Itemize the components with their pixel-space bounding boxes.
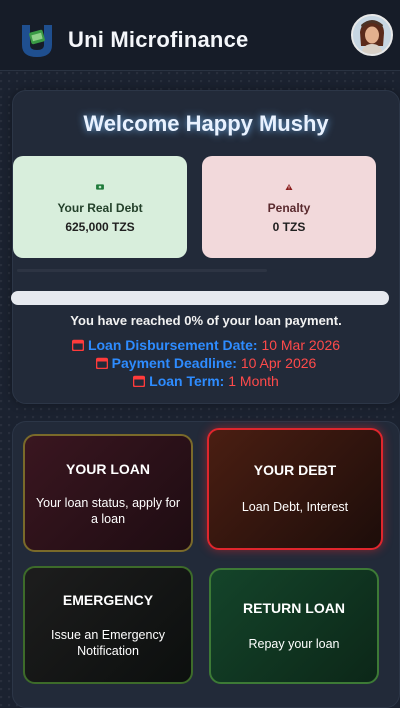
return-loan-subtitle: Repay your loan [248,637,340,651]
deadline-label: Payment Deadline: [111,355,237,371]
welcome-card: Welcome Happy Mushy Your Real Debt 625,0… [11,90,400,404]
uni-logo-icon [22,25,52,57]
calendar-icon [71,339,84,351]
real-debt-value: 625,000 TZS [65,220,135,234]
loan-progress-bar [11,291,389,305]
term-value: 1 Month [228,373,279,389]
user-avatar[interactable] [351,14,393,56]
penalty-value: 0 TZS [272,220,306,234]
your-debt-subtitle: Loan Debt, Interest [241,500,349,514]
emergency-subtitle: Issue an Emergency Notification [51,628,165,658]
your-loan-tile[interactable]: YOUR LOAN Your loan status, apply for a … [23,434,193,552]
emergency-tile[interactable]: EMERGENCY Issue an Emergency Notificatio… [23,566,193,684]
payment-deadline-row: Payment Deadline: 10 Apr 2026 [13,355,399,371]
disbursement-value: 10 Mar 2026 [261,337,341,353]
disbursement-date-row: Loan Disbursement Date: 10 Mar 2026 [13,337,399,353]
disbursement-label: Loan Disbursement Date: [87,337,258,353]
top-bar: Uni Microfinance [0,0,400,71]
your-loan-title: YOUR LOAN [66,461,150,477]
calendar-icon [95,357,108,369]
deadline-value: 10 Apr 2026 [240,355,317,371]
loan-term-row: Loan Term: 1 Month [13,373,399,389]
welcome-greeting: Welcome Happy Mushy [83,111,329,136]
your-loan-subtitle: Your loan status, apply for a loan [35,496,181,526]
progress-text: You have reached 0% of your loan payment… [70,313,342,328]
penalty-label: Penalty [267,201,311,215]
return-loan-tile[interactable]: RETURN LOAN Repay your loan [209,568,379,684]
calendar-icon [133,375,146,387]
real-debt-card[interactable]: Your Real Debt 625,000 TZS [13,156,187,258]
money-icon [96,184,104,190]
your-debt-title: YOUR DEBT [253,462,337,478]
your-debt-tile[interactable]: YOUR DEBT Loan Debt, Interest [207,428,383,550]
return-loan-title: RETURN LOAN [243,600,345,616]
app-title: Uni Microfinance [68,27,249,52]
term-label: Loan Term: [149,373,225,389]
penalty-card[interactable]: Penalty 0 TZS [202,156,376,258]
divider [17,269,267,272]
real-debt-label: Your Real Debt [57,201,143,215]
warning-icon [285,183,293,191]
emergency-title: EMERGENCY [62,592,154,608]
menu-panel: YOUR LOAN Your loan status, apply for a … [12,421,400,708]
